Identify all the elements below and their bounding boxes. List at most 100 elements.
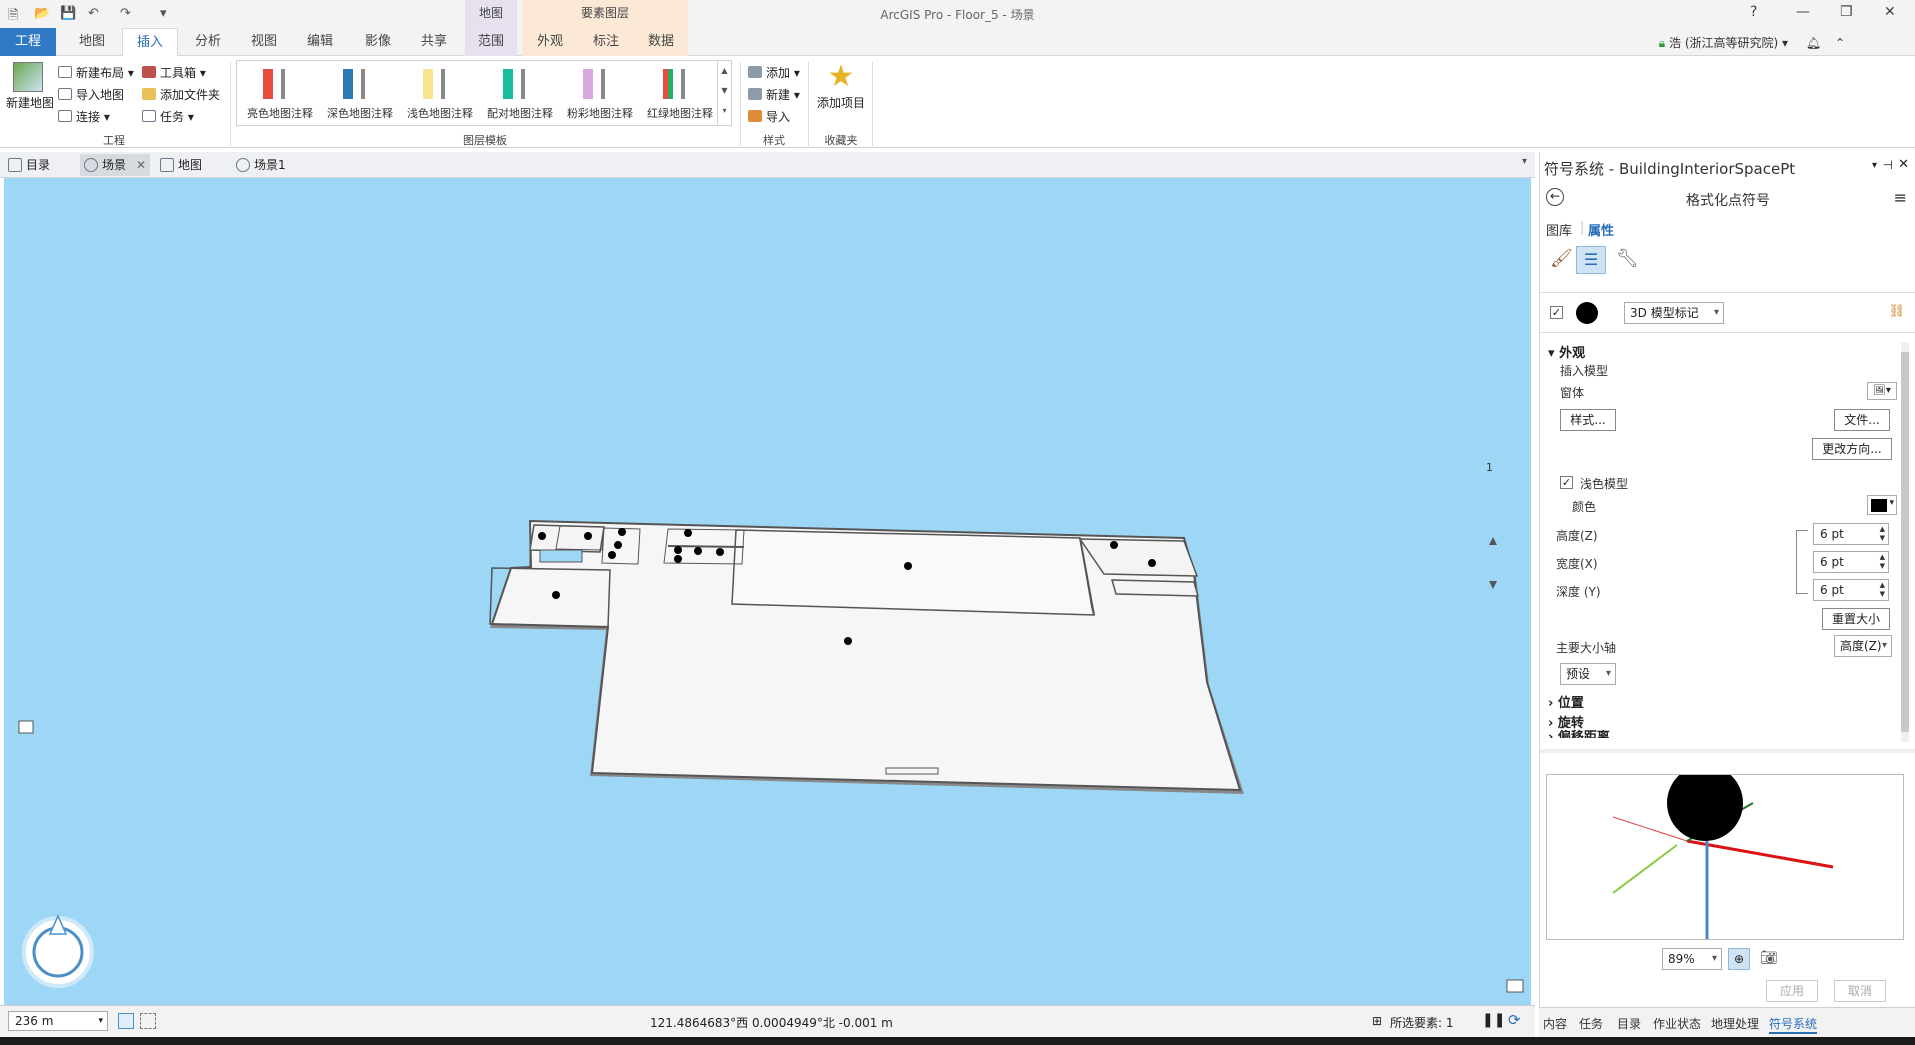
height-input[interactable]: 6 pt ▲ ▼ — [1813, 523, 1889, 545]
tab-share[interactable]: 共享 — [406, 28, 462, 56]
pin-icon[interactable]: ⊣ — [1883, 158, 1893, 172]
scale-select[interactable]: 236 m ▾ — [8, 1011, 108, 1031]
symbol-layer-type-select[interactable]: 3D 模型标记 — [1624, 302, 1724, 324]
reset-size-button[interactable]: 重置大小 — [1822, 608, 1890, 630]
new-map-icon — [13, 62, 43, 92]
section-position[interactable]: › 位置 — [1548, 692, 1584, 711]
depth-input[interactable]: 6 pt ▲ ▼ — [1813, 579, 1889, 601]
gallery-item-light[interactable]: 浅色地图注释 — [401, 69, 479, 121]
new-layout-button[interactable]: 新建布局 ▾ — [58, 64, 134, 81]
restore-button[interactable]: ❐ — [1840, 4, 1853, 20]
tab-appearance[interactable]: 外观 — [522, 28, 578, 56]
tab-edit[interactable]: 编辑 — [292, 28, 348, 56]
layer-visibility-checkbox[interactable]: ✓ — [1550, 306, 1563, 319]
change-orientation-button[interactable]: 更改方向... — [1812, 438, 1892, 460]
camera-icon[interactable]: 📷︎ — [1760, 950, 1778, 966]
pane-tab-geoprocessing[interactable]: 地理处理 — [1711, 1015, 1759, 1032]
tab-labeling[interactable]: 标注 — [578, 28, 634, 56]
gallery-item-red-green[interactable]: 红绿地图注释 — [641, 69, 719, 121]
selected-features-count[interactable]: 所选要素: 1 — [1390, 1014, 1454, 1031]
notification-icon[interactable]: 🔔︎ — [1806, 36, 1821, 50]
tab-view[interactable]: 视图 — [236, 28, 292, 56]
close-button[interactable]: ✕ — [1884, 4, 1896, 20]
minimize-button[interactable]: — — [1796, 4, 1810, 20]
model-picker-icon[interactable]: 🖼▾ — [1867, 382, 1897, 400]
pane-menu-icon[interactable]: ▾ — [1872, 160, 1877, 171]
hamburger-menu-icon[interactable]: ≡ — [1894, 188, 1907, 207]
gallery-item-dark[interactable]: 深色地图注释 — [321, 69, 399, 121]
layers-icon[interactable]: ☰ — [1576, 246, 1606, 274]
import-map-button[interactable]: 导入地图 — [58, 86, 124, 103]
color-picker[interactable]: ▾ — [1867, 495, 1897, 515]
pause-icon[interactable]: ❚❚ — [1482, 1012, 1505, 1028]
user-account[interactable]: 🔒︎ 浩 (浙江高等研究院) ▾ 🔔︎ ⌃ — [1659, 34, 1845, 51]
refresh-icon[interactable]: ⟳ — [1508, 1011, 1521, 1029]
add-style-button[interactable]: 添加 ▾ — [748, 64, 800, 81]
symbol-preview[interactable] — [1546, 774, 1904, 940]
gallery-item-paired[interactable]: 配对地图注释 — [481, 69, 559, 121]
add-item-button[interactable]: ★ 添加项目 — [814, 60, 868, 111]
gallery-scroll-icon[interactable]: ▲ ▼ ▾ — [717, 61, 731, 125]
section-appearance[interactable]: ▾ 外观 — [1548, 342, 1585, 361]
collapse-ribbon-icon[interactable]: ⌃ — [1835, 36, 1845, 50]
doc-tab-catalog[interactable]: 目录 — [4, 154, 68, 176]
snap-grid-icon[interactable] — [118, 1013, 134, 1029]
pane-tab-symbology[interactable]: 符号系统 — [1769, 1015, 1818, 1034]
connect-button[interactable]: 连接 ▾ — [58, 108, 110, 125]
gallery-item-pastel[interactable]: 粉彩地图注释 — [561, 69, 639, 121]
brush-icon[interactable]: 🖌︎ — [1550, 248, 1573, 269]
tab-overflow-icon[interactable]: ▾ — [1522, 156, 1527, 167]
section-offset[interactable]: › 偏移距离 — [1548, 730, 1848, 738]
navigator-compass[interactable] — [22, 914, 94, 988]
floor-navigator[interactable] — [1489, 537, 1497, 589]
tab-extent[interactable]: 范围 — [465, 28, 517, 56]
doc-tab-scene1[interactable]: 场景1 — [232, 154, 304, 176]
apply-button[interactable]: 应用 — [1766, 980, 1818, 1002]
expand-navigator-icon[interactable] — [18, 720, 34, 734]
cancel-button[interactable]: 取消 — [1834, 980, 1886, 1002]
pane-tab-tasks[interactable]: 任务 — [1579, 1015, 1603, 1032]
close-pane-icon[interactable]: ✕ — [1898, 157, 1909, 172]
toolbox-button[interactable]: 工具箱 ▾ — [142, 64, 206, 81]
pane-tab-contents[interactable]: 内容 — [1543, 1015, 1567, 1032]
divider — [230, 62, 231, 146]
lock-proportions-icon[interactable] — [1796, 530, 1808, 594]
primary-axis-select[interactable]: 高度(Z) — [1834, 635, 1892, 657]
tab-imagery[interactable]: 影像 — [350, 28, 406, 56]
preview-view-icon[interactable]: ⊕ — [1728, 948, 1750, 970]
overview-toggle-icon[interactable] — [1506, 979, 1524, 993]
wrench-icon[interactable]: 🔧︎ — [1616, 248, 1639, 269]
import-style-button[interactable]: 导入 — [748, 108, 790, 125]
coordinate-mode-icon[interactable] — [140, 1013, 156, 1029]
tab-properties[interactable]: 属性 — [1588, 220, 1614, 239]
task-button[interactable]: 任务 ▾ — [142, 108, 194, 125]
help-button[interactable]: ? — [1750, 4, 1757, 20]
preview-zoom-select[interactable]: 89% — [1662, 948, 1722, 970]
file-button[interactable]: 文件... — [1834, 409, 1890, 431]
pane-tab-job-status[interactable]: 作业状态 — [1653, 1015, 1701, 1032]
add-folder-button[interactable]: 添加文件夹 — [142, 86, 220, 103]
preset-select[interactable]: 预设 — [1560, 663, 1616, 685]
light-model-checkbox[interactable]: ✓ — [1560, 476, 1573, 489]
doc-tab-map[interactable]: 地图 — [156, 154, 220, 176]
tab-gallery[interactable]: 图库 — [1546, 220, 1572, 239]
folder-icon — [142, 88, 156, 100]
pane-tab-catalog[interactable]: 目录 — [1617, 1015, 1641, 1032]
doc-tab-scene[interactable]: 场景 ✕ — [80, 154, 150, 176]
new-map-button[interactable]: 新建地图 — [6, 62, 54, 111]
section-rotation[interactable]: › 旋转 — [1548, 712, 1584, 731]
tab-map[interactable]: 地图 — [64, 28, 120, 56]
tab-project[interactable]: 工程 — [0, 28, 56, 56]
gallery-item-bright[interactable]: 亮色地图注释 — [241, 69, 319, 121]
close-tab-icon[interactable]: ✕ — [136, 154, 146, 176]
new-style-button[interactable]: 新建 ▾ — [748, 86, 800, 103]
lock-layer-icon[interactable]: ⛓ — [1888, 304, 1905, 319]
width-input[interactable]: 6 pt ▲ ▼ — [1813, 551, 1889, 573]
tab-insert[interactable]: 插入 — [122, 28, 178, 57]
pane-scrollbar[interactable] — [1901, 342, 1909, 742]
splitter[interactable] — [1540, 749, 1915, 753]
scene-view[interactable]: 1 — [4, 178, 1531, 1005]
tab-data[interactable]: 数据 — [634, 28, 688, 56]
style-button[interactable]: 样式... — [1560, 409, 1616, 431]
tab-analysis[interactable]: 分析 — [180, 28, 236, 56]
